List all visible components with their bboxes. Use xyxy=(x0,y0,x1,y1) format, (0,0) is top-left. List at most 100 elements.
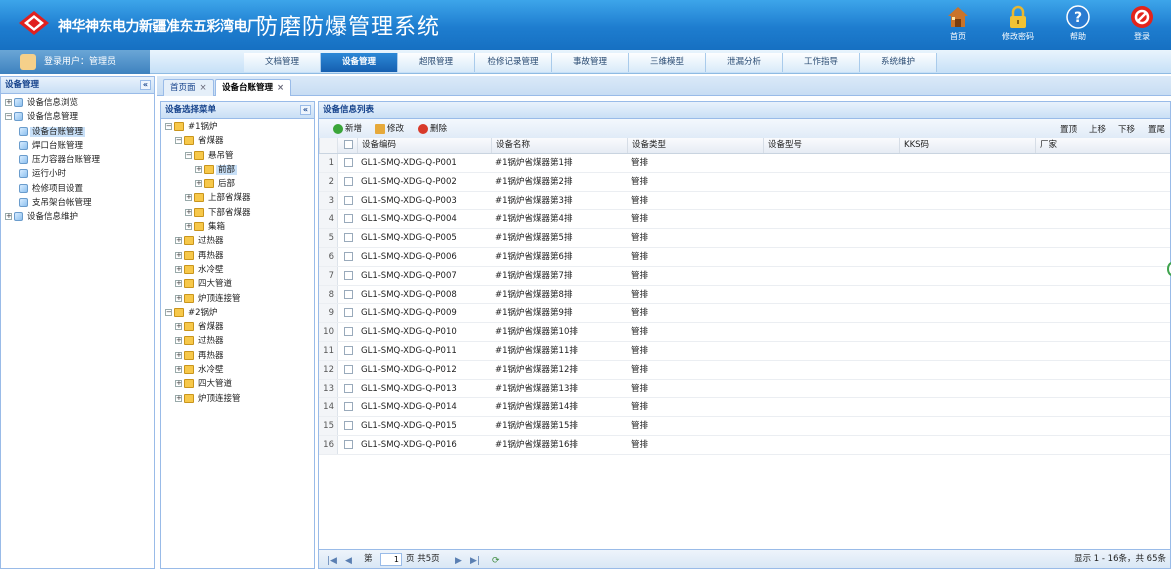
nav-item[interactable]: 事故管理 xyxy=(552,53,629,72)
select-all-checkbox[interactable] xyxy=(341,138,355,153)
tree-node[interactable]: + 下部省煤器 xyxy=(161,206,314,220)
tree-node[interactable]: + 过热器 xyxy=(161,234,314,248)
tree-node[interactable]: + 省煤器 xyxy=(161,320,314,334)
tree-node[interactable]: 检修项目设置 xyxy=(1,182,154,196)
tree-node[interactable]: + 炉顶连接管 xyxy=(161,292,314,306)
row-checkbox[interactable] xyxy=(341,342,355,360)
row-checkbox[interactable] xyxy=(341,323,355,341)
nav-item[interactable]: 设备管理 xyxy=(321,53,398,72)
table-row[interactable]: 2 GL1-SMQ-XDG-Q-P002 #1锅炉省煤器第2排 管排 xyxy=(319,172,1170,192)
tree-node[interactable]: + 水冷壁 xyxy=(161,263,314,277)
move-up-button[interactable]: 上移 xyxy=(1089,123,1106,135)
tree-node[interactable]: + 集箱 xyxy=(161,220,314,234)
page-number-input[interactable] xyxy=(380,553,402,566)
collapse-icon[interactable]: − xyxy=(185,151,192,159)
collapse-icon[interactable]: − xyxy=(5,113,12,121)
nav-item[interactable]: 三维模型 xyxy=(629,53,706,72)
side-handle-icon[interactable] xyxy=(1167,262,1171,276)
tree-node[interactable]: + 上部省煤器 xyxy=(161,191,314,205)
tree-node[interactable]: + 设备信息维护 xyxy=(1,210,154,224)
refresh-icon[interactable]: ⟳ xyxy=(492,552,500,570)
add-button[interactable]: 新增 xyxy=(333,123,362,135)
row-checkbox[interactable] xyxy=(341,229,355,247)
nav-item[interactable]: 检修记录管理 xyxy=(475,53,552,72)
column-header[interactable]: 厂家 xyxy=(1035,138,1170,153)
row-checkbox[interactable] xyxy=(341,248,355,266)
row-checkbox[interactable] xyxy=(341,361,355,379)
nav-item[interactable]: 系统维护 xyxy=(860,53,937,72)
tree-node[interactable]: − 设备信息管理 xyxy=(1,110,154,124)
nav-item[interactable]: 超限管理 xyxy=(398,53,475,72)
next-page-icon[interactable]: ▶ xyxy=(455,552,462,570)
delete-button[interactable]: 删除 xyxy=(418,123,447,135)
tree-node[interactable]: − 悬吊管 xyxy=(161,149,314,163)
table-row[interactable]: 5 GL1-SMQ-XDG-Q-P005 #1锅炉省煤器第5排 管排 xyxy=(319,229,1170,248)
tree-node[interactable]: − #2锅炉 xyxy=(161,306,314,320)
column-header[interactable]: 设备型号 xyxy=(763,138,899,153)
tree-node[interactable]: 设备台账管理 xyxy=(1,125,154,139)
expand-icon[interactable]: + xyxy=(175,351,182,359)
tree-node[interactable]: 运行小时 xyxy=(1,167,154,181)
tree-node[interactable]: + 四大管道 xyxy=(161,377,314,391)
column-header[interactable]: KKS码 xyxy=(899,138,1035,153)
row-checkbox[interactable] xyxy=(341,417,355,435)
table-row[interactable]: 4 GL1-SMQ-XDG-Q-P004 #1锅炉省煤器第4排 管排 xyxy=(319,210,1170,230)
nav-item[interactable]: 泄漏分析 xyxy=(706,53,783,72)
logout-button[interactable]: 登录 xyxy=(1120,5,1164,42)
row-checkbox[interactable] xyxy=(341,173,355,191)
row-checkbox[interactable] xyxy=(341,267,355,285)
table-row[interactable]: 9 GL1-SMQ-XDG-Q-P009 #1锅炉省煤器第9排 管排 xyxy=(319,304,1170,324)
move-bottom-button[interactable]: 置尾 xyxy=(1148,123,1165,135)
tree-node[interactable]: − 省煤器 xyxy=(161,134,314,148)
expand-icon[interactable]: + xyxy=(185,208,192,216)
tab-home[interactable]: 首页面 × xyxy=(163,79,214,96)
expand-icon[interactable]: + xyxy=(175,366,182,374)
row-checkbox[interactable] xyxy=(341,304,355,322)
collapse-icon[interactable]: − xyxy=(175,137,182,145)
tree-node[interactable]: 焊口台账管理 xyxy=(1,139,154,153)
tree-node[interactable]: + 前部 xyxy=(161,163,314,177)
table-row[interactable]: 16 GL1-SMQ-XDG-Q-P016 #1锅炉省煤器第16排 管排 xyxy=(319,435,1170,455)
prev-page-icon[interactable]: ◀ xyxy=(345,552,352,570)
row-checkbox[interactable] xyxy=(341,154,355,172)
tree-node[interactable]: + 炉顶连接管 xyxy=(161,392,314,406)
column-header[interactable]: 设备编码 xyxy=(357,138,491,153)
expand-icon[interactable]: + xyxy=(175,294,182,302)
table-row[interactable]: 14 GL1-SMQ-XDG-Q-P014 #1锅炉省煤器第14排 管排 xyxy=(319,398,1170,418)
tree-node[interactable]: + 水冷壁 xyxy=(161,363,314,377)
collapse-mid-panel-button[interactable]: « xyxy=(300,105,311,115)
column-header[interactable]: 设备名称 xyxy=(491,138,627,153)
row-checkbox[interactable] xyxy=(341,286,355,304)
expand-icon[interactable]: + xyxy=(185,223,192,231)
expand-icon[interactable]: + xyxy=(195,180,202,188)
table-row[interactable]: 11 GL1-SMQ-XDG-Q-P011 #1锅炉省煤器第11排 管排 xyxy=(319,341,1170,361)
collapse-icon[interactable]: − xyxy=(165,123,172,130)
expand-icon[interactable]: + xyxy=(185,194,192,202)
tree-node[interactable]: + 再热器 xyxy=(161,249,314,263)
column-header[interactable]: 设备类型 xyxy=(627,138,763,153)
expand-icon[interactable]: + xyxy=(175,280,182,288)
table-row[interactable]: 13 GL1-SMQ-XDG-Q-P013 #1锅炉省煤器第13排 管排 xyxy=(319,379,1170,399)
table-row[interactable]: 8 GL1-SMQ-XDG-Q-P008 #1锅炉省煤器第8排 管排 xyxy=(319,285,1170,305)
table-row[interactable]: 3 GL1-SMQ-XDG-Q-P003 #1锅炉省煤器第3排 管排 xyxy=(319,191,1170,211)
tree-node[interactable]: + 过热器 xyxy=(161,334,314,348)
change-password-button[interactable]: 修改密码 xyxy=(996,5,1040,42)
row-checkbox[interactable] xyxy=(341,436,355,454)
table-row[interactable]: 12 GL1-SMQ-XDG-Q-P012 #1锅炉省煤器第12排 管排 xyxy=(319,360,1170,380)
expand-icon[interactable]: + xyxy=(175,380,182,388)
collapse-icon[interactable]: − xyxy=(165,308,172,316)
row-checkbox[interactable] xyxy=(341,398,355,416)
tree-node[interactable]: + 四大管道 xyxy=(161,277,314,291)
expand-icon[interactable]: + xyxy=(195,165,202,173)
expand-icon[interactable]: + xyxy=(175,237,182,245)
tree-node[interactable]: + 设备信息浏览 xyxy=(1,96,154,110)
expand-icon[interactable]: + xyxy=(175,265,182,273)
expand-icon[interactable]: + xyxy=(175,337,182,345)
tab-close-icon[interactable]: × xyxy=(277,80,284,96)
tab-close-icon[interactable]: × xyxy=(200,80,207,96)
row-checkbox[interactable] xyxy=(341,380,355,398)
table-row[interactable]: 10 GL1-SMQ-XDG-Q-P010 #1锅炉省煤器第10排 管排 xyxy=(319,323,1170,342)
row-checkbox[interactable] xyxy=(341,192,355,210)
nav-item[interactable]: 文档管理 xyxy=(244,53,321,72)
tree-node[interactable]: + 再热器 xyxy=(161,349,314,363)
